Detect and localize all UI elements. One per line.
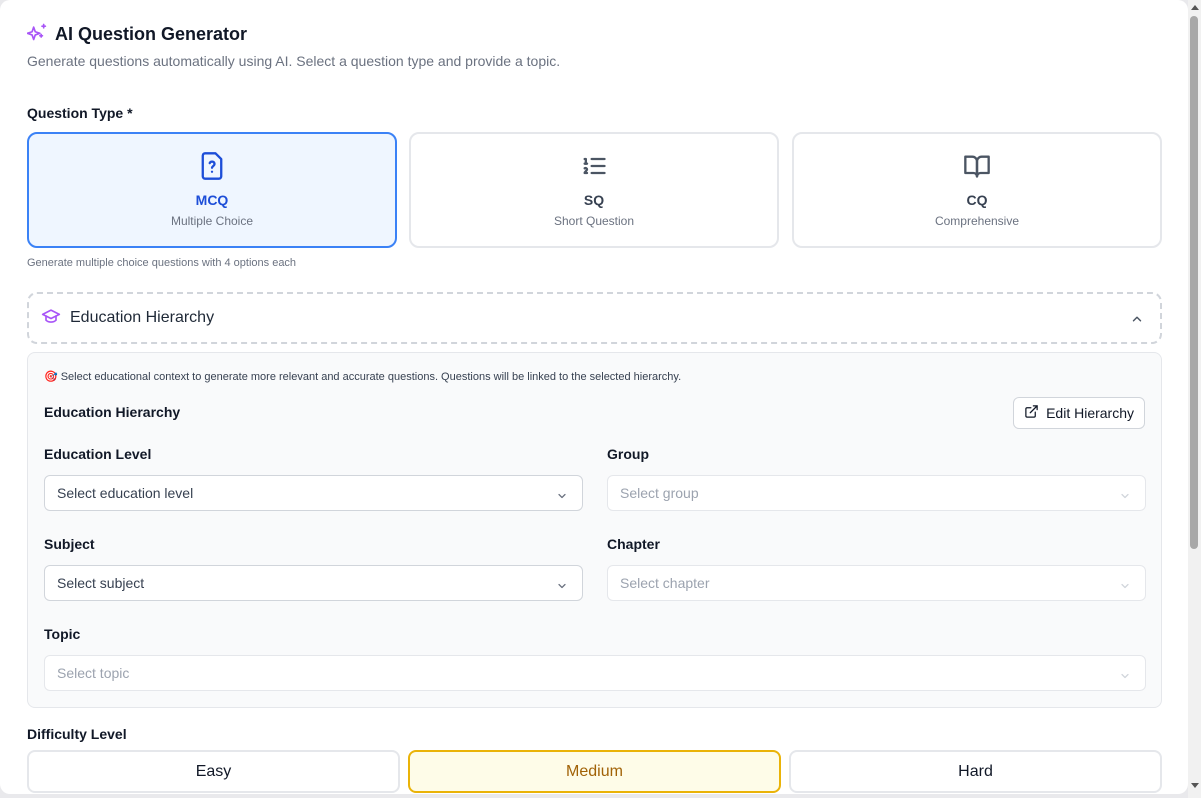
question-type-code: CQ — [966, 192, 988, 208]
education-level-select[interactable]: Select education level — [44, 475, 583, 511]
file-question-icon — [198, 150, 226, 182]
chevron-down-icon — [1119, 489, 1131, 505]
chevron-up-icon[interactable] — [1130, 312, 1144, 331]
scroll-down-arrow-icon[interactable] — [1191, 783, 1199, 788]
education-level-label: Education Level — [44, 446, 152, 462]
question-type-helper-text: Generate multiple choice questions with … — [27, 257, 297, 269]
target-icon: 🎯 — [44, 371, 58, 383]
sparkles-icon — [26, 22, 47, 47]
list-ordered-icon — [580, 150, 608, 182]
education-level-placeholder: Select education level — [57, 485, 194, 501]
education-hierarchy-toggle[interactable]: Education Hierarchy — [27, 292, 1162, 344]
difficulty-level-label: Difficulty Level — [27, 726, 127, 742]
subject-select[interactable]: Select subject — [44, 565, 583, 601]
question-type-label: Question Type * — [27, 105, 133, 121]
question-type-subtitle: Short Question — [553, 214, 635, 228]
question-type-sq-option[interactable]: SQ Short Question — [409, 132, 779, 248]
vertical-scrollbar[interactable] — [1188, 0, 1201, 798]
difficulty-easy-button[interactable]: Easy — [27, 750, 400, 793]
question-type-code: SQ — [583, 192, 605, 208]
scrollbar-thumb[interactable] — [1190, 16, 1198, 549]
chevron-down-icon — [1119, 579, 1131, 595]
chapter-placeholder: Select chapter — [620, 575, 710, 591]
graduation-cap-icon — [41, 306, 61, 331]
group-placeholder: Select group — [620, 485, 699, 501]
hierarchy-panel-title: Education Hierarchy — [44, 404, 181, 420]
difficulty-hard-button[interactable]: Hard — [789, 750, 1162, 793]
difficulty-medium-button[interactable]: Medium — [408, 750, 781, 793]
hierarchy-note-text: Select educational context to generate m… — [60, 370, 682, 383]
question-type-subtitle: Multiple Choice — [170, 214, 254, 228]
question-type-subtitle: Comprehensive — [934, 214, 1020, 228]
external-link-icon — [1024, 404, 1039, 422]
edit-hierarchy-label: Edit Hierarchy — [1046, 405, 1134, 421]
ai-question-generator-dialog: AI Question Generator Generate questions… — [0, 0, 1188, 794]
topic-select[interactable]: Select topic — [44, 655, 1146, 691]
education-hierarchy-section-title: Education Hierarchy — [70, 309, 215, 326]
topic-label: Topic — [44, 626, 81, 642]
education-hierarchy-panel: 🎯 Select educational context to generate… — [27, 352, 1162, 708]
scroll-up-arrow-icon[interactable] — [1191, 5, 1199, 10]
edit-hierarchy-button[interactable]: Edit Hierarchy — [1013, 397, 1145, 429]
dialog-header: AI Question Generator — [26, 22, 248, 47]
topic-placeholder: Select topic — [57, 665, 130, 681]
subject-placeholder: Select subject — [57, 575, 145, 591]
chevron-down-icon — [1119, 669, 1131, 685]
group-label: Group — [607, 446, 649, 462]
chapter-select[interactable]: Select chapter — [607, 565, 1146, 601]
book-open-icon — [962, 150, 992, 182]
page-title: AI Question Generator — [55, 24, 248, 44]
subject-label: Subject — [44, 536, 95, 552]
question-type-cq-option[interactable]: CQ Comprehensive — [792, 132, 1162, 248]
hierarchy-note: 🎯 Select educational context to generate… — [44, 370, 682, 384]
chevron-down-icon — [556, 489, 568, 505]
chapter-label: Chapter — [607, 536, 660, 552]
question-type-code: MCQ — [195, 192, 229, 208]
question-type-mcq-option[interactable]: MCQ Multiple Choice — [27, 132, 397, 248]
chevron-down-icon — [556, 579, 568, 595]
group-select[interactable]: Select group — [607, 475, 1146, 511]
page-description: Generate questions automatically using A… — [27, 53, 561, 69]
